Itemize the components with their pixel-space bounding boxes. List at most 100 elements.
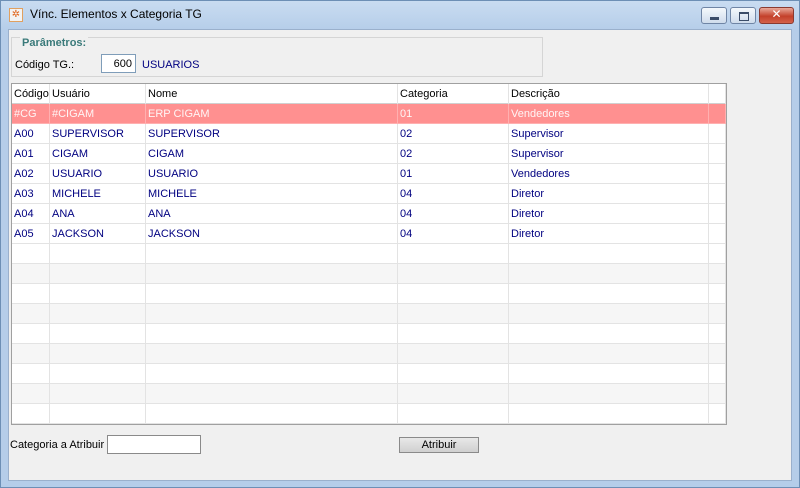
usuario-cell[interactable] bbox=[50, 284, 146, 304]
descricao-cell[interactable] bbox=[509, 424, 709, 425]
categoria-cell[interactable] bbox=[398, 404, 509, 424]
nome-cell[interactable] bbox=[146, 424, 398, 425]
nome-cell[interactable] bbox=[146, 264, 398, 284]
codigo-cell[interactable] bbox=[12, 344, 50, 364]
categoria-cell[interactable] bbox=[398, 284, 509, 304]
descricao-cell[interactable]: Diretor bbox=[509, 184, 709, 204]
descricao-cell[interactable]: Supervisor bbox=[509, 144, 709, 164]
column-header-codigo[interactable]: Código bbox=[12, 84, 50, 104]
table-row[interactable]: A03 MICHELE MICHELE 04 Diretor bbox=[12, 184, 726, 204]
usuario-cell[interactable]: USUARIO bbox=[50, 164, 146, 184]
descricao-cell[interactable] bbox=[509, 284, 709, 304]
atribuir-button[interactable]: Atribuir bbox=[399, 437, 479, 453]
categoria-cell[interactable] bbox=[398, 364, 509, 384]
empty-table-row[interactable] bbox=[12, 244, 726, 264]
empty-table-row[interactable] bbox=[12, 404, 726, 424]
categoria-cell[interactable]: 01 bbox=[398, 104, 509, 124]
codigo-cell[interactable]: A02 bbox=[12, 164, 50, 184]
empty-table-row[interactable] bbox=[12, 384, 726, 404]
table-row[interactable]: A05 JACKSON JACKSON 04 Diretor bbox=[12, 224, 726, 244]
empty-table-row[interactable] bbox=[12, 264, 726, 284]
nome-cell[interactable] bbox=[146, 324, 398, 344]
usuario-cell[interactable]: SUPERVISOR bbox=[50, 124, 146, 144]
usuario-cell[interactable] bbox=[50, 404, 146, 424]
descricao-cell[interactable] bbox=[509, 264, 709, 284]
categoria-cell[interactable] bbox=[398, 324, 509, 344]
categoria-atribuir-input[interactable] bbox=[107, 435, 201, 454]
descricao-cell[interactable] bbox=[509, 244, 709, 264]
elements-grid[interactable]: Código Usuário Nome Categoria Descrição … bbox=[11, 83, 727, 425]
column-header-descricao[interactable]: Descrição bbox=[509, 84, 709, 104]
nome-cell[interactable]: CIGAM bbox=[146, 144, 398, 164]
nome-cell[interactable] bbox=[146, 244, 398, 264]
nome-cell[interactable] bbox=[146, 404, 398, 424]
title-bar[interactable]: ✲ Vínc. Elementos x Categoria TG ✕ bbox=[1, 1, 799, 29]
descricao-cell[interactable]: Diretor bbox=[509, 204, 709, 224]
codigo-tg-input[interactable]: 600 bbox=[101, 54, 136, 73]
nome-cell[interactable] bbox=[146, 364, 398, 384]
app-icon[interactable]: ✲ bbox=[9, 8, 23, 22]
usuario-cell[interactable] bbox=[50, 364, 146, 384]
categoria-cell[interactable] bbox=[398, 304, 509, 324]
close-button[interactable]: ✕ bbox=[759, 7, 794, 24]
usuario-cell[interactable] bbox=[50, 344, 146, 364]
usuario-cell[interactable]: JACKSON bbox=[50, 224, 146, 244]
codigo-cell[interactable]: A01 bbox=[12, 144, 50, 164]
usuario-cell[interactable]: CIGAM bbox=[50, 144, 146, 164]
categoria-cell[interactable]: 04 bbox=[398, 184, 509, 204]
codigo-cell[interactable] bbox=[12, 304, 50, 324]
minimize-button[interactable] bbox=[701, 7, 727, 24]
descricao-cell[interactable]: Vendedores bbox=[509, 164, 709, 184]
column-header-nome[interactable]: Nome bbox=[146, 84, 398, 104]
empty-table-row[interactable] bbox=[12, 284, 726, 304]
nome-cell[interactable] bbox=[146, 304, 398, 324]
descricao-cell[interactable]: Vendedores bbox=[509, 104, 709, 124]
usuario-cell[interactable] bbox=[50, 384, 146, 404]
categoria-cell[interactable]: 04 bbox=[398, 204, 509, 224]
usuario-cell[interactable]: #CIGAM bbox=[50, 104, 146, 124]
empty-table-row[interactable] bbox=[12, 424, 726, 425]
categoria-cell[interactable] bbox=[398, 264, 509, 284]
empty-table-row[interactable] bbox=[12, 304, 726, 324]
table-row[interactable]: A04 ANA ANA 04 Diretor bbox=[12, 204, 726, 224]
categoria-cell[interactable] bbox=[398, 344, 509, 364]
descricao-cell[interactable] bbox=[509, 304, 709, 324]
categoria-cell[interactable] bbox=[398, 244, 509, 264]
column-header-categoria[interactable]: Categoria bbox=[398, 84, 509, 104]
descricao-cell[interactable] bbox=[509, 324, 709, 344]
usuario-cell[interactable]: MICHELE bbox=[50, 184, 146, 204]
usuario-cell[interactable] bbox=[50, 424, 146, 425]
nome-cell[interactable]: JACKSON bbox=[146, 224, 398, 244]
empty-table-row[interactable] bbox=[12, 364, 726, 384]
categoria-cell[interactable]: 01 bbox=[398, 164, 509, 184]
nome-cell[interactable]: ERP CIGAM bbox=[146, 104, 398, 124]
usuario-cell[interactable] bbox=[50, 304, 146, 324]
descricao-cell[interactable] bbox=[509, 364, 709, 384]
nome-cell[interactable]: MICHELE bbox=[146, 184, 398, 204]
nome-cell[interactable] bbox=[146, 284, 398, 304]
table-row[interactable]: A00 SUPERVISOR SUPERVISOR 02 Supervisor bbox=[12, 124, 726, 144]
codigo-cell[interactable]: #CG bbox=[12, 104, 50, 124]
nome-cell[interactable]: USUARIO bbox=[146, 164, 398, 184]
codigo-cell[interactable] bbox=[12, 424, 50, 425]
usuario-cell[interactable] bbox=[50, 324, 146, 344]
nome-cell[interactable] bbox=[146, 384, 398, 404]
codigo-cell[interactable] bbox=[12, 264, 50, 284]
codigo-cell[interactable] bbox=[12, 244, 50, 264]
codigo-cell[interactable]: A03 bbox=[12, 184, 50, 204]
codigo-cell[interactable] bbox=[12, 284, 50, 304]
usuario-cell[interactable]: ANA bbox=[50, 204, 146, 224]
column-header-usuario[interactable]: Usuário bbox=[50, 84, 146, 104]
nome-cell[interactable]: SUPERVISOR bbox=[146, 124, 398, 144]
categoria-cell[interactable] bbox=[398, 384, 509, 404]
categoria-cell[interactable]: 04 bbox=[398, 224, 509, 244]
nome-cell[interactable]: ANA bbox=[146, 204, 398, 224]
maximize-button[interactable] bbox=[730, 7, 756, 24]
codigo-cell[interactable] bbox=[12, 364, 50, 384]
categoria-cell[interactable]: 02 bbox=[398, 124, 509, 144]
nome-cell[interactable] bbox=[146, 344, 398, 364]
descricao-cell[interactable] bbox=[509, 344, 709, 364]
codigo-cell[interactable]: A05 bbox=[12, 224, 50, 244]
descricao-cell[interactable] bbox=[509, 384, 709, 404]
usuario-cell[interactable] bbox=[50, 244, 146, 264]
